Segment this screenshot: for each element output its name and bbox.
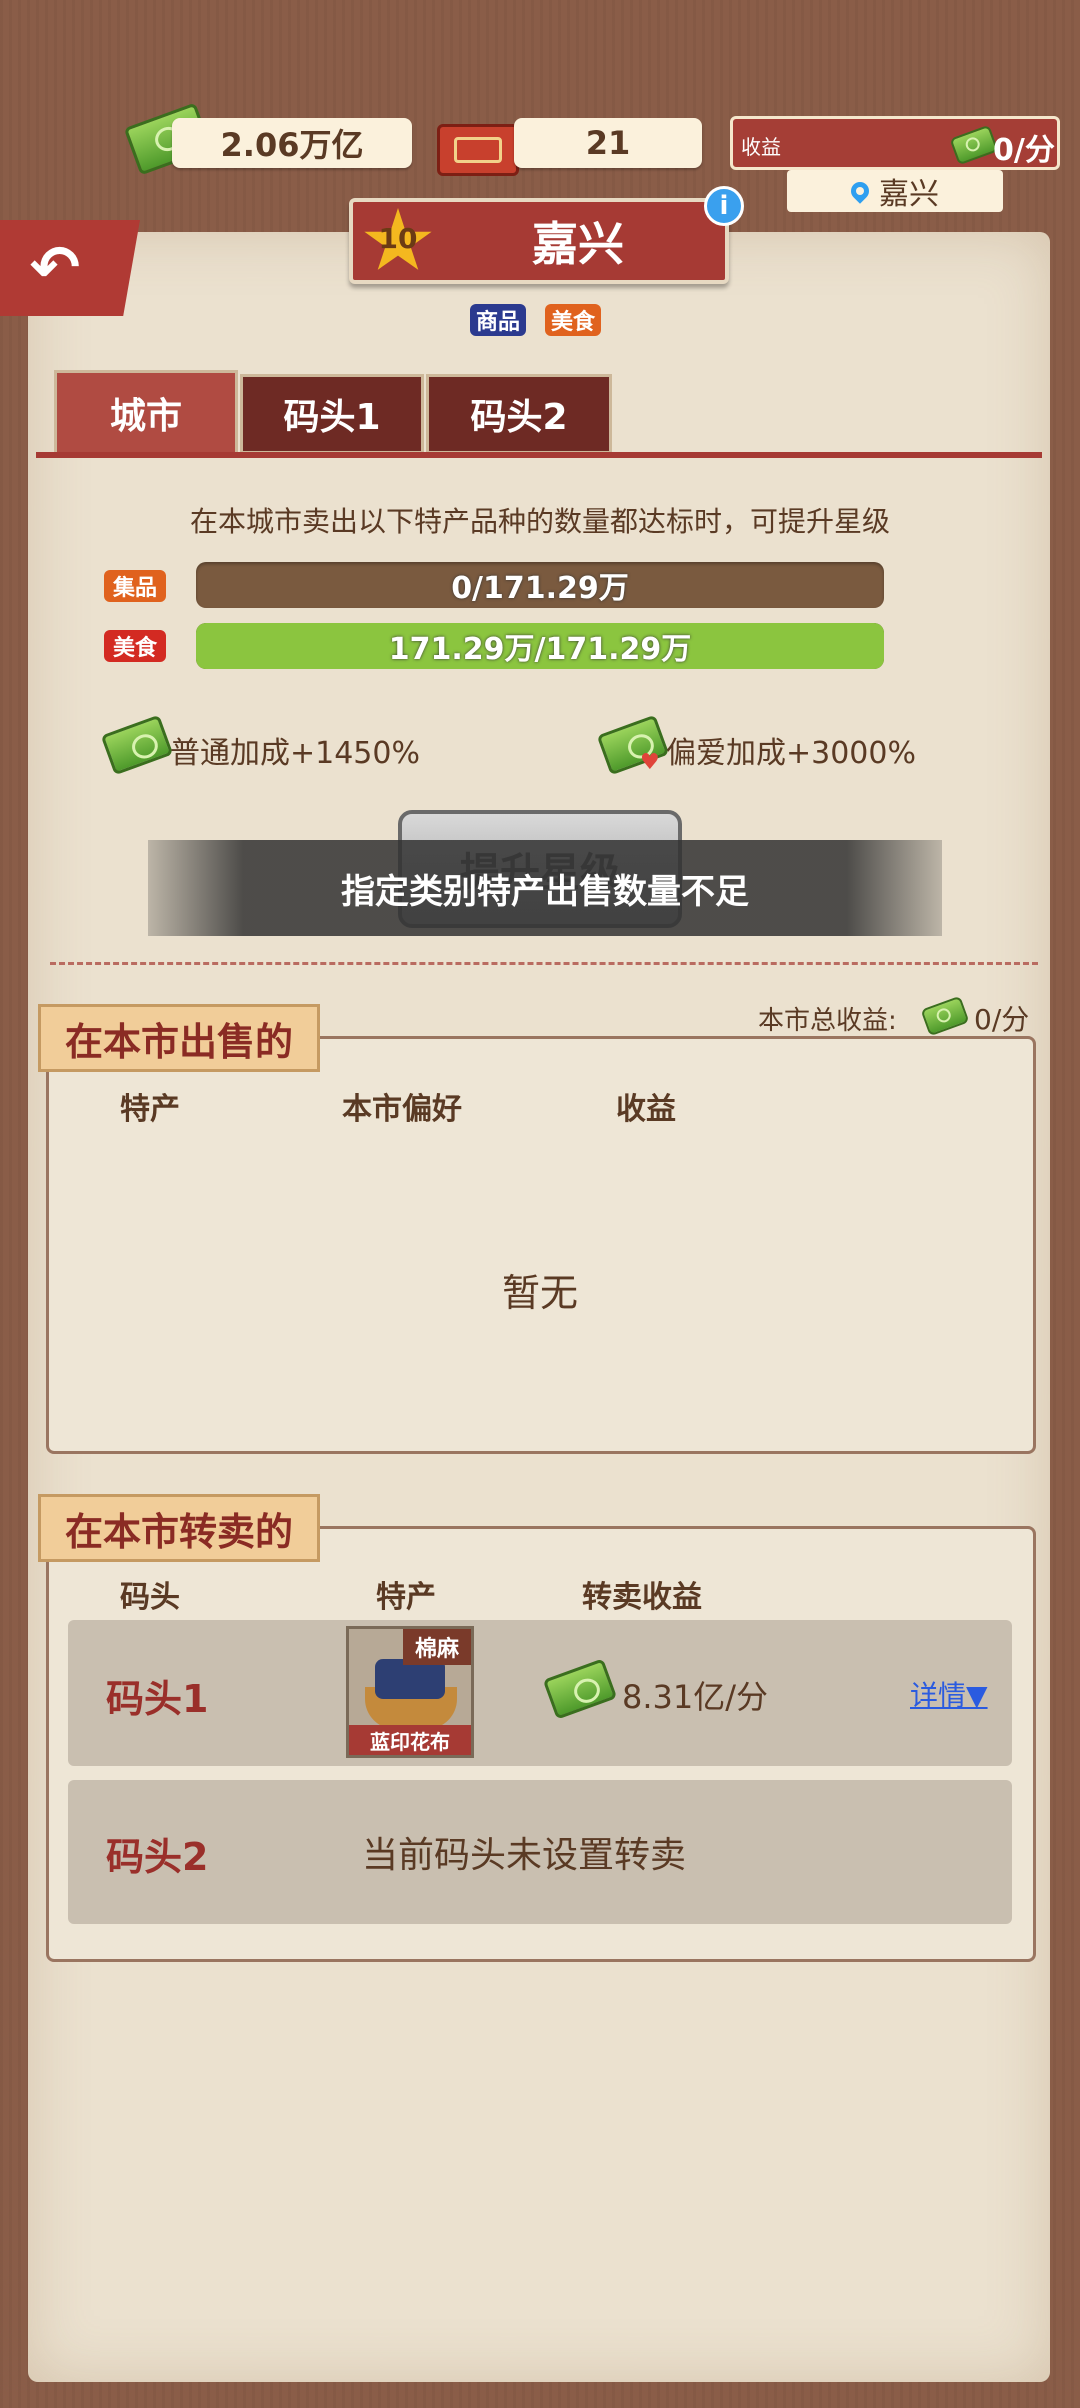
city-name: 嘉兴 — [532, 217, 624, 271]
tab-dock-2[interactable]: 码头2 — [426, 374, 612, 454]
sold-section — [46, 1036, 1036, 1454]
back-button[interactable]: ↶ — [0, 220, 140, 316]
dock-2-note: 当前码头未设置转卖 — [362, 1835, 687, 1876]
location-box[interactable]: 嘉兴 — [787, 170, 1003, 212]
col-resale-income: 转卖收益 — [582, 1580, 702, 1615]
tab-underline — [36, 452, 1042, 458]
progress-bar-food: 171.29万/171.29万 — [196, 623, 884, 669]
city-title-plate: 10 嘉兴 — [349, 198, 729, 284]
cloth-image — [375, 1659, 445, 1699]
heart-icon: ♥ — [640, 750, 660, 775]
chevron-down-icon: ▼ — [966, 1679, 988, 1712]
toast-message: 指定类别特产出售数量不足 — [148, 840, 942, 936]
col-preference: 本市偏好 — [342, 1092, 462, 1127]
section-divider — [50, 962, 1038, 965]
favor-bonus: 偏爱加成+3000% — [666, 736, 916, 771]
back-arrow-icon: ↶ — [29, 233, 81, 303]
resale-row-dock-1 — [68, 1620, 1012, 1766]
progress-text-food: 171.29万/171.29万 — [388, 632, 692, 667]
col-dock: 码头 — [120, 1580, 180, 1615]
product-name: 蓝印花布 — [349, 1725, 471, 1755]
tag-goods: 商品 — [470, 304, 527, 336]
resale-income: 8.31亿/分 — [622, 1678, 769, 1716]
money-display: 2.06万亿 — [172, 118, 412, 168]
sold-section-title: 在本市出售的 — [38, 1004, 321, 1072]
location-pin-icon — [847, 178, 873, 204]
money-value: 2.06万亿 — [220, 126, 364, 164]
city-level: 10 — [378, 222, 418, 255]
normal-bonus: 普通加成+1450% — [170, 736, 420, 771]
income-label: 收益 — [741, 135, 781, 159]
tab-dock-1[interactable]: 码头1 — [240, 374, 424, 454]
ticket-count: 21 — [585, 124, 631, 162]
category-label-collectibles: 集品 — [104, 570, 166, 602]
detail-label: 详情 — [910, 1679, 967, 1712]
product-category: 棉麻 — [403, 1629, 471, 1665]
progress-text-collectibles: 0/171.29万 — [451, 571, 629, 606]
col-product: 特产 — [120, 1092, 180, 1127]
income-value: 0/分 — [993, 133, 1055, 168]
col-resale-product: 特产 — [376, 1580, 436, 1615]
product-tile[interactable]: 棉麻 蓝印花布 — [346, 1626, 474, 1758]
resale-section-title: 在本市转卖的 — [38, 1494, 321, 1562]
ticket-icon — [437, 124, 519, 176]
col-income: 收益 — [616, 1092, 676, 1127]
detail-link[interactable]: 详情▼ — [910, 1674, 988, 1714]
empty-text: 暂无 — [501, 1271, 578, 1315]
requirement-text: 在本城市卖出以下特产品种的数量都达标时，可提升星级 — [189, 505, 890, 538]
ticket-display: 21 — [514, 118, 702, 168]
info-icon[interactable]: i — [704, 186, 744, 226]
dock-2-label: 码头2 — [106, 1835, 209, 1879]
income-money-icon — [949, 124, 999, 166]
tag-food: 美食 — [545, 304, 602, 336]
category-label-food: 美食 — [104, 630, 166, 662]
total-income-value: 0/分 — [974, 1003, 1030, 1036]
location-name: 嘉兴 — [879, 177, 939, 212]
progress-bar-collectibles: 0/171.29万 — [196, 562, 884, 608]
income-box[interactable]: 收益 0/分 — [730, 116, 1060, 170]
dock-1-label: 码头1 — [106, 1677, 209, 1721]
tab-city[interactable]: 城市 — [54, 370, 238, 456]
total-income-label: 本市总收益: — [758, 1006, 897, 1036]
